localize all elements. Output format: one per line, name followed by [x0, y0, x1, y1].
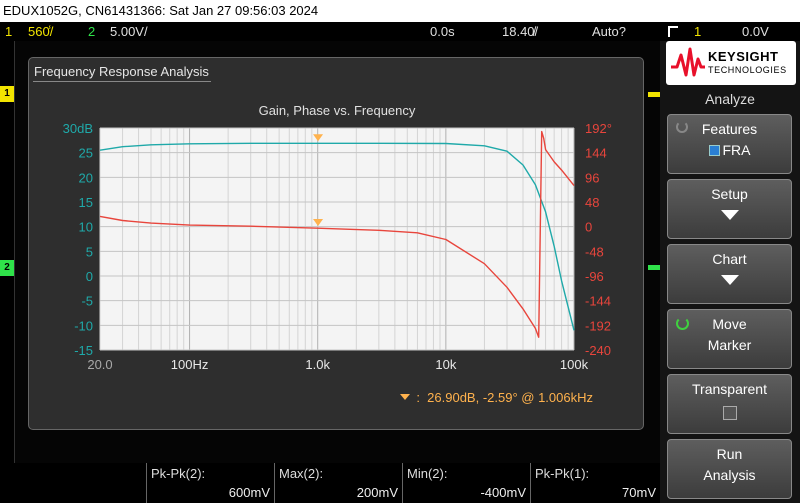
- marker-readout-icon: [400, 394, 411, 400]
- marker-readout-colon: :: [416, 390, 428, 405]
- move-marker-softkey[interactable]: Move Marker: [667, 309, 792, 369]
- phase-tick-label: 144: [585, 146, 607, 161]
- run-label: Run: [716, 446, 743, 462]
- channel-2-number[interactable]: 2: [88, 22, 95, 41]
- channel-2-scale[interactable]: 5.00V/: [110, 22, 148, 41]
- gain-tick-label: -10: [74, 318, 93, 333]
- keysight-logo: KEYSIGHT TECHNOLOGIES: [666, 41, 796, 85]
- x-tick-label: 20.0: [87, 357, 112, 372]
- phase-tick-label: -96: [585, 269, 604, 284]
- x-tick-label: 10k: [435, 357, 456, 372]
- fra-check-icon: [708, 145, 720, 156]
- measurement-value: 600mV: [228, 485, 270, 500]
- phase-tick-label: -240: [585, 343, 611, 358]
- x-tick-label: 100Hz: [171, 357, 209, 372]
- trigger-mode[interactable]: Auto?: [592, 22, 626, 41]
- softkey-panel: KEYSIGHT TECHNOLOGIES Analyze Features F…: [660, 41, 800, 503]
- transparent-label: Transparent: [692, 381, 767, 397]
- plot-area: [100, 128, 574, 350]
- measurement-value: -400mV: [480, 485, 526, 500]
- features-value-text: FRA: [722, 142, 751, 158]
- trigger-level[interactable]: 0.0V: [742, 22, 769, 41]
- gain-tick-label: 20: [79, 170, 93, 185]
- phase-tick-label: 96: [585, 170, 599, 185]
- measurement-value: 70mV: [622, 485, 656, 500]
- marker-label: Marker: [707, 337, 752, 353]
- fra-panel[interactable]: Frequency Response Analysis Gain, Phase …: [28, 57, 644, 430]
- gain-tick-label: -5: [81, 294, 93, 309]
- timebase-scale[interactable]: 18.40̸/: [502, 22, 538, 41]
- channel-2-level-marker: [648, 265, 660, 270]
- time-offset[interactable]: 0.0s: [430, 22, 455, 41]
- phase-tick-label: 192°: [585, 121, 612, 136]
- measurement-label: Min(2):: [407, 466, 448, 481]
- transparent-checkbox[interactable]: [723, 406, 737, 420]
- measurement-label: Max(2):: [279, 466, 324, 481]
- gain-tick-label: 0: [86, 269, 93, 284]
- phase-tick-label: -48: [585, 244, 604, 259]
- marker-readout: : 26.90dB, -2.59° @ 1.006kHz: [400, 390, 593, 405]
- analysis-label: Analysis: [703, 467, 756, 483]
- measurement-4[interactable]: Pk-Pk(1): 70mV: [530, 463, 660, 503]
- channel-1-number[interactable]: 1: [5, 22, 12, 41]
- trigger-readout: 1 0.0V: [660, 22, 800, 41]
- measurement-label: Pk-Pk(1):: [535, 466, 590, 481]
- phase-tick-label: 0: [585, 220, 592, 235]
- x-tick-label: 100k: [560, 357, 589, 372]
- brand-subtitle: TECHNOLOGIES: [708, 65, 787, 75]
- move-label: Move: [712, 316, 747, 332]
- submenu-arrow-icon: [720, 275, 739, 285]
- menu-title: Analyze: [705, 91, 755, 107]
- measurement-bar: Pk-Pk(2): 600mV Max(2): 200mV Min(2): -400mV P…: [0, 463, 660, 503]
- chart-softkey[interactable]: Chart: [667, 244, 792, 304]
- phase-tick-label: -192: [585, 318, 611, 333]
- channel-2-ground-marker[interactable]: 2: [0, 260, 14, 276]
- channel-1-ground-marker[interactable]: 1: [0, 86, 14, 102]
- trigger-channel[interactable]: 1: [694, 22, 701, 41]
- channel-1-scale[interactable]: 560̾/: [28, 22, 53, 41]
- setup-label: Setup: [711, 186, 748, 202]
- keysight-wave-icon: [671, 47, 705, 77]
- gain-tick-label: 5: [86, 244, 93, 259]
- phase-tick-label: 48: [585, 195, 599, 210]
- measurement-2[interactable]: Max(2): 200mV: [274, 463, 402, 503]
- status-bar: 1 560̾/ 2 5.00V/ 0.0s 18.40̸/ Auto?: [0, 22, 660, 41]
- chart-title: Gain, Phase vs. Frequency: [259, 103, 416, 118]
- fra-chart: Gain, Phase vs. Frequency 30dB 25 20 15 10 5 0 -…: [63, 103, 612, 372]
- brand-name: KEYSIGHT: [708, 49, 779, 64]
- chart-label: Chart: [712, 251, 747, 267]
- window-title-bar: EDUX1052G, CN61431366: Sat Jan 27 09:56:…: [0, 0, 800, 22]
- features-value: FRA: [668, 142, 791, 158]
- marker-readout-value: 26.90dB, -2.59° @ 1.006kHz: [427, 390, 593, 405]
- measurement-1[interactable]: Pk-Pk(2): 600mV: [146, 463, 274, 503]
- measurement-label: Pk-Pk(2):: [151, 466, 206, 481]
- gain-tick-label: 25: [79, 146, 93, 161]
- measurement-3[interactable]: Min(2): -400mV: [402, 463, 530, 503]
- trigger-edge-icon: [668, 26, 678, 37]
- run-analysis-softkey[interactable]: Run Analysis: [667, 439, 792, 499]
- transparent-softkey[interactable]: Transparent: [667, 374, 792, 434]
- features-softkey[interactable]: Features FRA: [667, 114, 792, 174]
- setup-softkey[interactable]: Setup: [667, 179, 792, 239]
- gain-tick-label: 15: [79, 195, 93, 210]
- gain-tick-label: -15: [74, 343, 93, 358]
- window-title: EDUX1052G, CN61431366: Sat Jan 27 09:56:…: [3, 3, 319, 18]
- submenu-arrow-icon: [720, 210, 739, 220]
- measurement-value: 200mV: [356, 485, 398, 500]
- features-label: Features: [701, 121, 758, 137]
- x-tick-label: 1.0k: [305, 357, 330, 372]
- gain-tick-label: 10: [79, 220, 93, 235]
- gain-tick-label: 30dB: [63, 121, 93, 136]
- phase-tick-label: -144: [585, 294, 611, 309]
- channel-1-level-marker: [648, 92, 660, 97]
